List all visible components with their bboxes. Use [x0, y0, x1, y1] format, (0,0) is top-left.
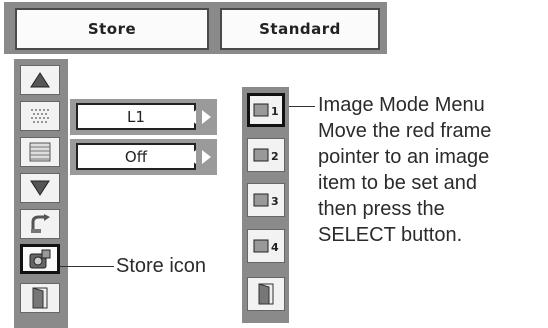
grid-icon[interactable]: [20, 137, 60, 167]
menu-callout-leader: [289, 106, 315, 107]
menu-callout-line-3: pointer to an image: [318, 146, 490, 168]
adjust-arrows-1[interactable]: [182, 106, 216, 128]
reset-arrow-icon[interactable]: [20, 209, 60, 239]
menu-callout-line-4: item to be set and: [318, 172, 477, 194]
image-mode-menu: 1 2 3 4: [242, 87, 289, 323]
left-icon-column: [14, 59, 68, 328]
value-field-2[interactable]: Off: [76, 143, 196, 170]
image-2-icon[interactable]: 2: [247, 138, 285, 172]
image-1-number: 1: [271, 105, 279, 118]
image-4-icon[interactable]: 4: [247, 229, 285, 263]
menu-callout-line-6: SELECT button.: [318, 224, 463, 246]
value-field-1[interactable]: L1: [76, 103, 196, 130]
menu-callout-line-2: Move the red frame: [318, 120, 492, 142]
store-callout-leader: [60, 266, 114, 267]
store-label-button[interactable]: Store: [15, 8, 209, 50]
menu-callout-line-5: then press the: [318, 198, 445, 220]
down-triangle-icon[interactable]: [20, 173, 60, 203]
store-icon[interactable]: [20, 244, 60, 274]
store-callout-text: Store icon: [116, 255, 207, 277]
image-2-number: 2: [271, 150, 279, 163]
exit-door-icon[interactable]: [20, 283, 60, 313]
menu-callout-text: Image Mode Menu Move the red frame point…: [318, 92, 491, 248]
image-4-number: 4: [271, 241, 279, 254]
image-3-number: 3: [271, 195, 279, 208]
adjust-arrows-2[interactable]: [182, 146, 216, 168]
top-bar: Store Standard: [4, 2, 387, 54]
image-1-icon[interactable]: 1: [247, 93, 285, 127]
up-triangle-icon[interactable]: [20, 65, 60, 95]
menu-callout-line-1: Image Mode Menu: [318, 94, 485, 116]
image-mode-value[interactable]: Standard: [220, 8, 380, 50]
dither-pattern-icon[interactable]: [20, 101, 60, 131]
image-3-icon[interactable]: 3: [247, 183, 285, 217]
exit-door-icon[interactable]: [247, 277, 285, 311]
